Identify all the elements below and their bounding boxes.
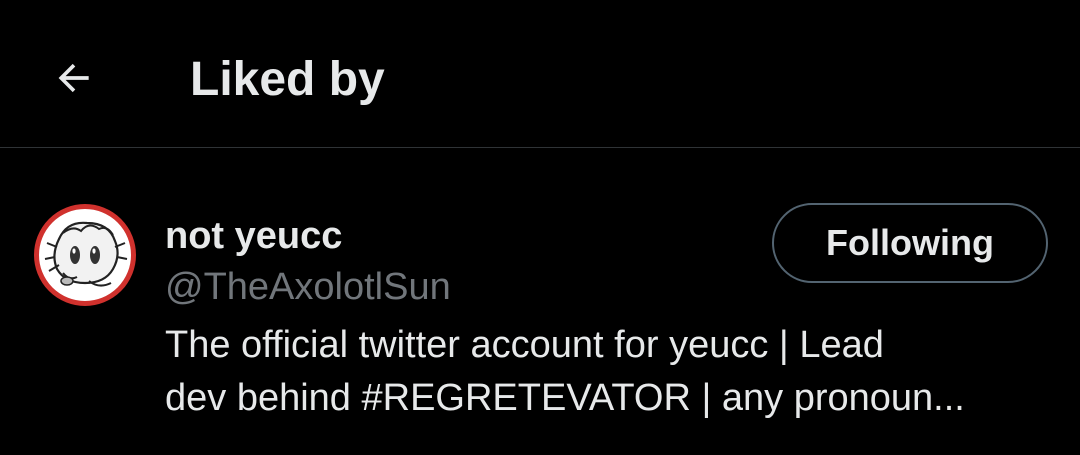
bio-line: The official twitter account for yeucc |… [165, 324, 884, 366]
following-button[interactable]: Following [772, 203, 1048, 283]
bio-line: dev behind #REGRETEVATOR | any pronoun..… [165, 377, 965, 419]
page-title: Liked by [190, 53, 385, 106]
user-list-item[interactable]: not yeucc @TheAxolotlSun Following The o… [0, 148, 1080, 455]
cartoon-avatar-icon [34, 204, 136, 306]
user-handle[interactable]: @TheAxolotlSun [165, 264, 451, 310]
user-bio: The official twitter account for yeucc |… [165, 319, 1045, 425]
back-button[interactable] [46, 50, 102, 106]
avatar[interactable] [33, 203, 137, 307]
user-display-name[interactable]: not yeucc [165, 214, 342, 258]
top-app-bar: Liked by [0, 0, 1080, 148]
arrow-left-icon [58, 63, 89, 93]
